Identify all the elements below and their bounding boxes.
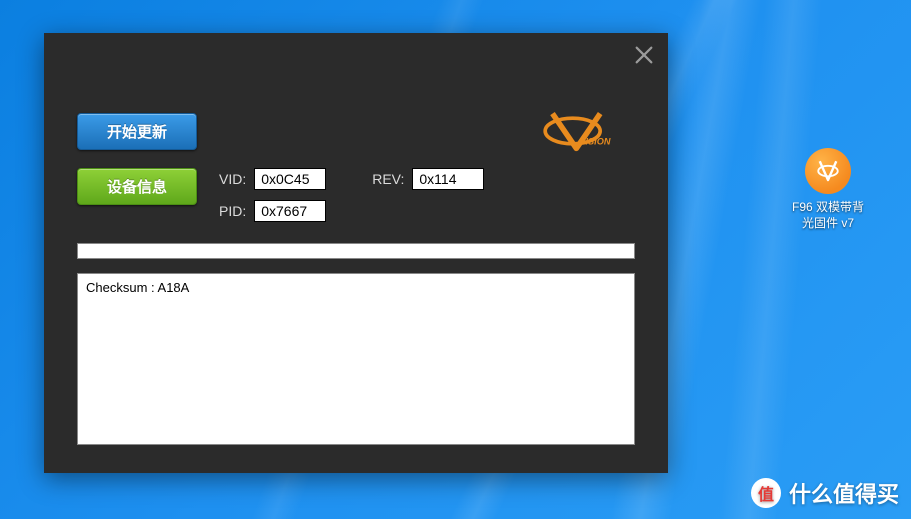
svg-text:ISION: ISION — [586, 137, 611, 147]
device-info-button[interactable]: 设备信息 — [77, 168, 197, 205]
desktop-shortcut-firmware[interactable]: F96 双模带背 光固件 v7 — [783, 148, 873, 231]
log-output: Checksum : A18A — [77, 273, 635, 445]
pid-label: PID: — [219, 203, 246, 219]
smzdm-badge-icon: 值 — [751, 478, 781, 508]
desktop-shortcut-label: F96 双模带背 光固件 v7 — [792, 200, 864, 231]
rev-label: REV: — [372, 171, 404, 187]
smzdm-watermark-text: 什么值得买 — [789, 477, 899, 509]
pid-value: 0x7667 — [254, 200, 326, 222]
vid-label: VID: — [219, 171, 246, 187]
progress-bar — [77, 243, 635, 259]
device-info-fields: VID: 0x0C45 REV: 0x114 PID: 0x7667 — [219, 168, 484, 222]
start-update-button[interactable]: 开始更新 — [77, 113, 197, 150]
close-icon[interactable] — [630, 41, 658, 69]
vision-app-icon — [805, 148, 851, 194]
vid-value: 0x0C45 — [254, 168, 326, 190]
vision-logo-icon: ISION — [525, 108, 635, 154]
rev-value: 0x114 — [412, 168, 484, 190]
firmware-updater-window: 开始更新 ISION 设备信息 VID: 0x0C45 REV: 0x114 P… — [44, 33, 668, 473]
smzdm-watermark: 值 什么值得买 — [751, 477, 899, 509]
